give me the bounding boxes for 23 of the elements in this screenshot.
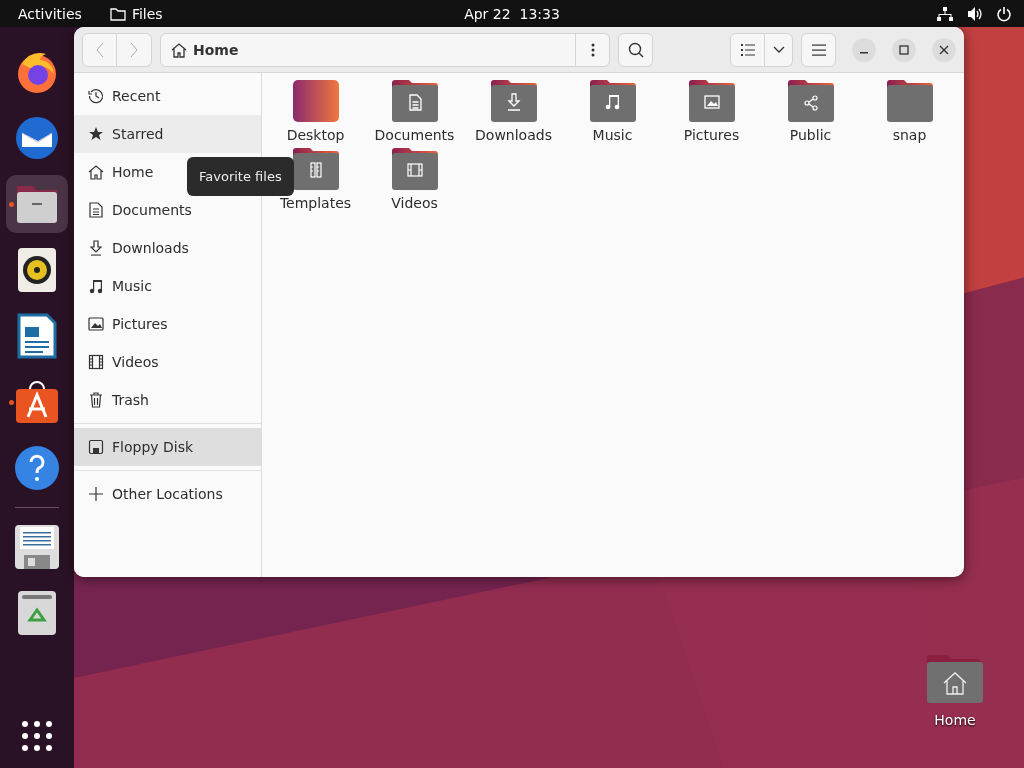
sidebar-item[interactable]: Other Locations [74,475,261,513]
sidebar-item[interactable]: Music [74,267,261,305]
clock[interactable]: Apr 22 13:33 [464,5,560,22]
sidebar-item[interactable]: Trash [74,381,261,419]
sidebar-item[interactable]: Recent [74,77,261,115]
tooltip: Favorite files [187,157,294,196]
folder-item[interactable]: Downloads [464,79,563,143]
sidebar-item[interactable]: Pictures [74,305,261,343]
folder-item[interactable]: Public [761,79,860,143]
activities-button[interactable]: Activities [18,5,82,22]
app-menu[interactable]: Files [109,5,163,22]
folder-item[interactable]: Pictures [662,79,761,143]
sidebar-item[interactable]: Downloads [74,229,261,267]
path-button[interactable]: Home [161,33,575,66]
folder-item[interactable]: snap [860,79,959,143]
sidebar-item[interactable]: Floppy Disk [74,428,261,466]
sidebar-item[interactable]: Videos [74,343,261,381]
folder-item[interactable]: Videos [365,147,464,211]
folder-item[interactable]: Documents [365,79,464,143]
sidebar-item[interactable]: Starred [74,115,261,153]
folder-item[interactable]: Music [563,79,662,143]
desktop-folder[interactable]: Home [922,654,988,728]
folder-item[interactable]: Desktop [266,79,365,143]
